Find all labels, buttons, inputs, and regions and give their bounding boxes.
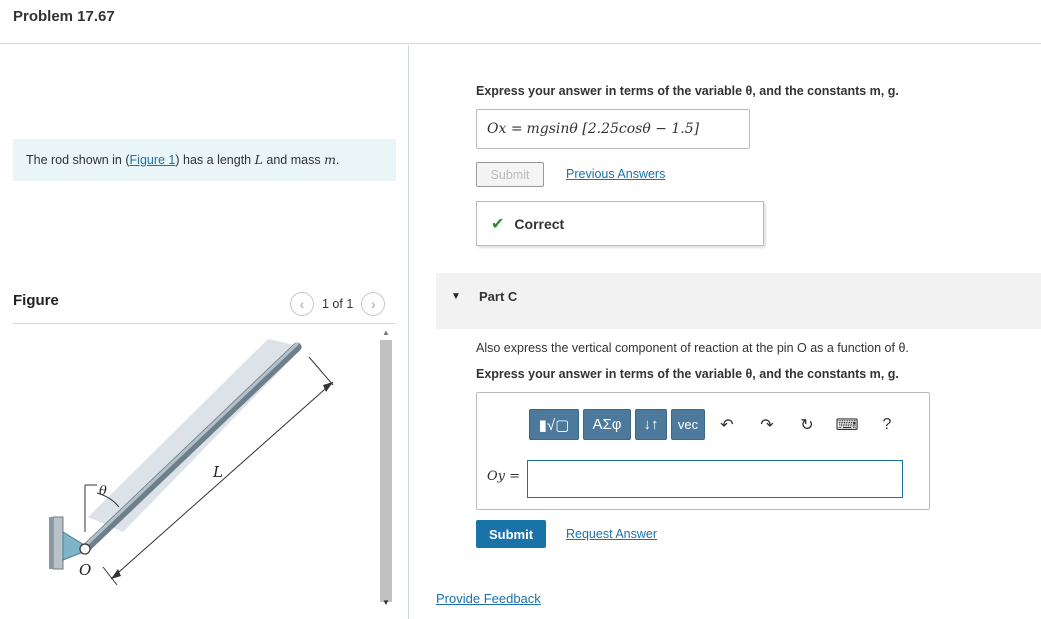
pin-o-label: O xyxy=(79,561,91,579)
figure-link[interactable]: Figure 1 xyxy=(130,153,176,167)
figure-scrollbar[interactable]: ▲ ▼ xyxy=(378,326,394,611)
oy-label: Oy = xyxy=(487,469,521,484)
page-title: Problem 17.67 xyxy=(13,8,115,25)
wall-hatch xyxy=(49,517,53,569)
chevron-left-icon: ‹ xyxy=(299,296,305,312)
undo-icon[interactable]: ↶ xyxy=(709,409,745,440)
vec-button[interactable]: vec xyxy=(671,409,705,440)
scroll-thumb[interactable] xyxy=(380,340,392,602)
ox-answer-value: mgsinθ [2.25cosθ − 1.5] xyxy=(526,121,700,137)
variable-L: L xyxy=(254,152,263,167)
prev-figure-button[interactable]: ‹ xyxy=(290,292,314,316)
next-figure-button[interactable]: › xyxy=(361,292,386,316)
part-c-submit-button[interactable]: Submit xyxy=(476,520,546,548)
part-b-submit-button[interactable]: Submit xyxy=(476,162,544,187)
correct-feedback: ✔ Correct xyxy=(476,201,764,246)
check-icon: ✔ xyxy=(491,215,505,233)
help-button[interactable]: ? xyxy=(869,409,905,440)
part-c-description: Also express the vertical component of r… xyxy=(476,341,909,355)
keyboard-icon[interactable]: ⌨ xyxy=(829,409,865,440)
pin xyxy=(79,543,91,555)
previous-answers-link[interactable]: Previous Answers xyxy=(566,167,665,181)
statement-text: The rod shown in ( xyxy=(26,153,130,167)
request-answer-link[interactable]: Request Answer xyxy=(566,527,657,541)
theta-label: θ xyxy=(99,484,107,499)
part-b-answer-box: Ox = mgsinθ [2.25cosθ − 1.5] xyxy=(476,109,750,149)
figure-divider xyxy=(13,323,396,324)
rod xyxy=(80,342,302,554)
collapse-triangle-icon[interactable]: ▼ xyxy=(451,291,461,302)
scroll-down-icon[interactable]: ▼ xyxy=(382,598,390,607)
figure-counter: 1 of 1 xyxy=(322,297,354,311)
length-label: L xyxy=(212,463,223,481)
answer-panel: Express your answer in terms of the vari… xyxy=(409,45,1041,619)
chevron-right-icon: › xyxy=(370,296,376,312)
statement-text: and mass xyxy=(262,153,325,167)
problem-statement: The rod shown in (Figure 1) has a length… xyxy=(13,139,396,181)
provide-feedback-link[interactable]: Provide Feedback xyxy=(436,591,541,606)
templates-button[interactable]: ▮√▢ xyxy=(529,409,579,440)
correct-text: Correct xyxy=(514,215,565,232)
rod-highlight xyxy=(83,342,299,548)
part-b-instruction: Express your answer in terms of the vari… xyxy=(476,84,899,98)
scroll-up-icon[interactable]: ▲ xyxy=(382,328,390,337)
part-c-header[interactable]: ▼ Part C xyxy=(436,273,1041,329)
greek-symbols-button[interactable]: ΑΣφ xyxy=(583,409,631,440)
wall xyxy=(52,516,64,570)
part-c-instruction: Express your answer in terms of the vari… xyxy=(476,367,899,381)
statement-text: . xyxy=(335,153,340,167)
rod-figure: θ L O xyxy=(49,339,334,586)
reset-icon[interactable]: ↻ xyxy=(789,409,825,440)
oy-answer-input[interactable] xyxy=(527,460,903,498)
figure-nav: ‹ 1 of 1 › xyxy=(290,292,386,316)
sort-button[interactable]: ↓↑ xyxy=(635,409,667,440)
redo-icon[interactable]: ↷ xyxy=(749,409,785,440)
ox-label: Ox = xyxy=(487,121,523,137)
statement-text: ) has a length xyxy=(175,153,255,167)
math-editor: ▮√▢ ΑΣφ ↓↑ vec ↶ ↷ ↻ ⌨ ? Oy = xyxy=(476,392,930,510)
figure-heading: Figure xyxy=(13,292,59,309)
part-c-label: Part C xyxy=(479,289,518,304)
variable-m: m xyxy=(324,152,336,167)
header: Problem 17.67 xyxy=(0,0,1041,44)
math-toolbar: ▮√▢ ΑΣφ ↓↑ vec ↶ ↷ ↻ ⌨ ? xyxy=(529,409,905,440)
